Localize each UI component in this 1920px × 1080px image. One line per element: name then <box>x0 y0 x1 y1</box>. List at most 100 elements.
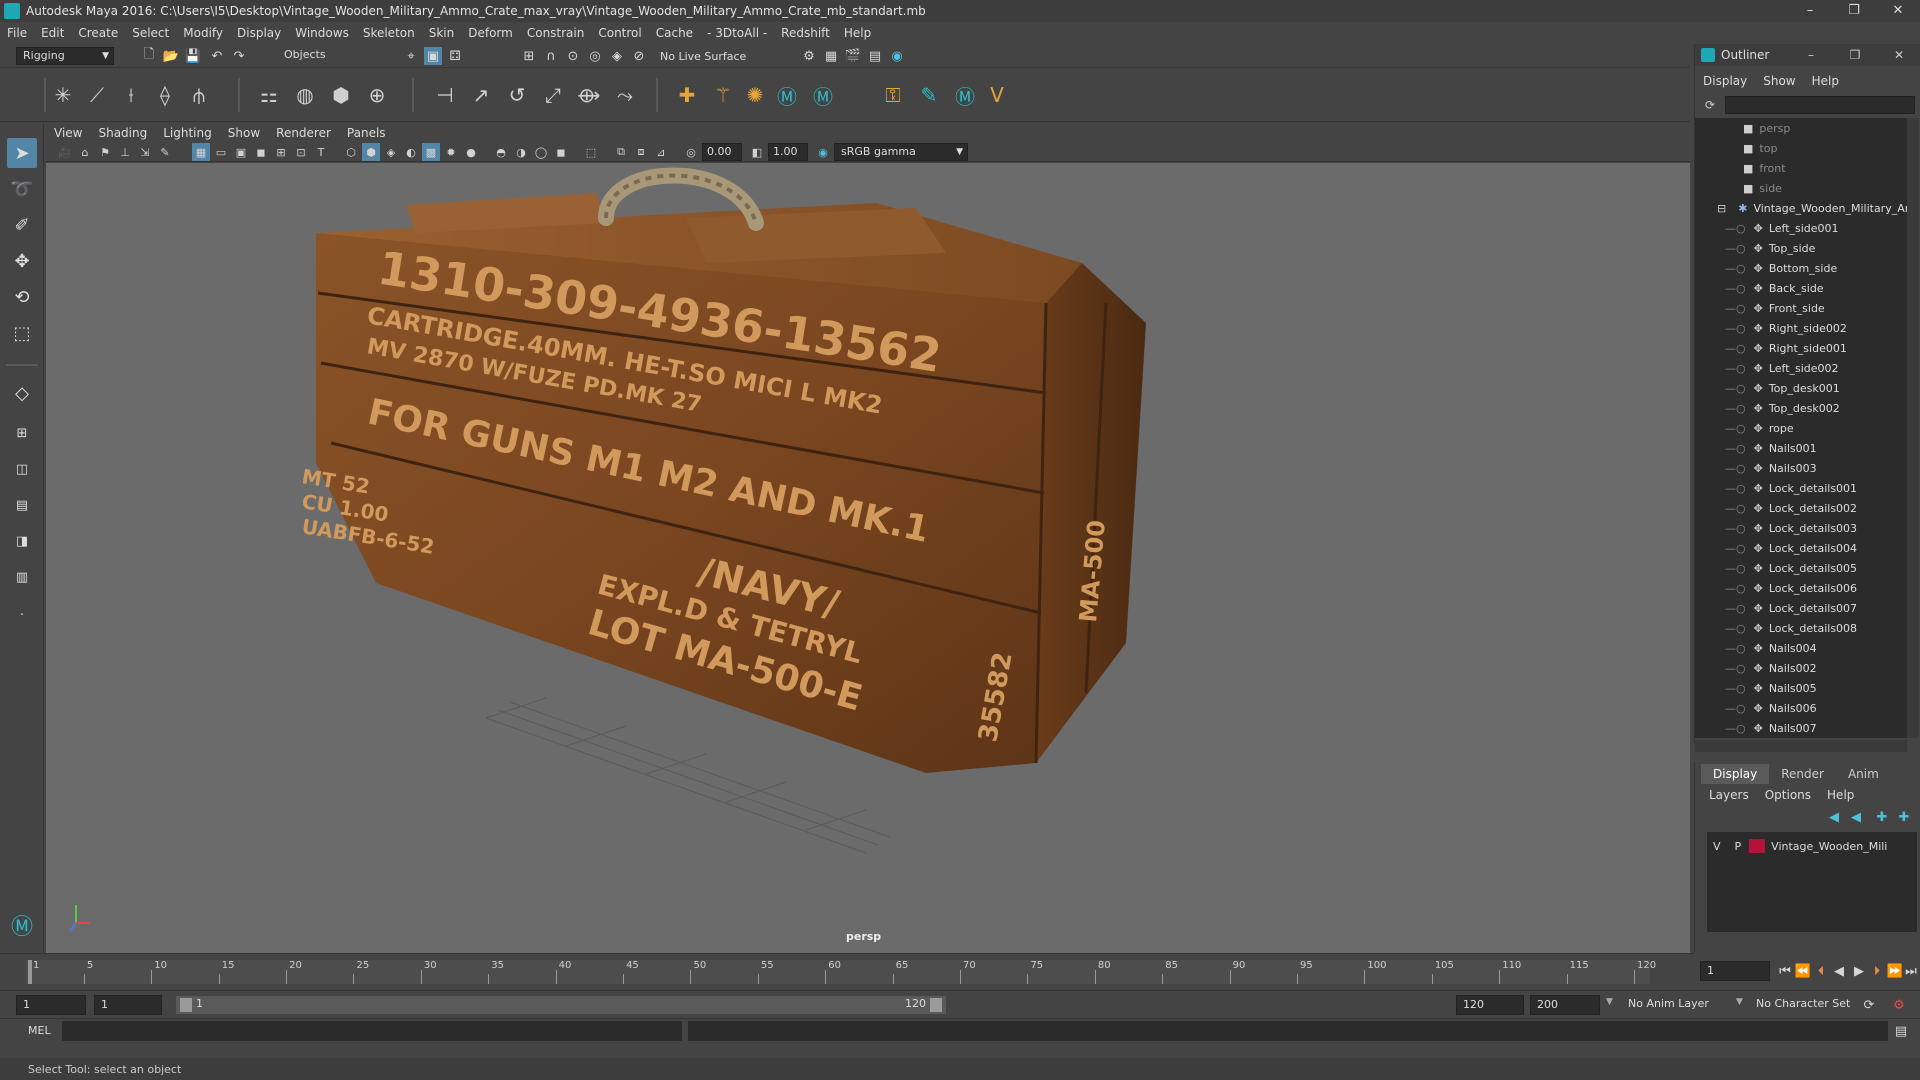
new-layer-icon[interactable]: ✚ <box>1873 808 1891 826</box>
tab-display[interactable]: Display <box>1701 764 1770 784</box>
scale-constraint-icon[interactable]: ⤢ <box>538 80 568 110</box>
outliner-minimize-button[interactable]: – <box>1789 44 1833 66</box>
save-scene-icon[interactable]: 💾 <box>184 47 202 65</box>
wireframe-icon[interactable]: ⬡ <box>342 143 360 161</box>
set-key-icon[interactable]: ⚿ <box>878 80 908 110</box>
animation-end-field[interactable]: 200 <box>1530 995 1600 1015</box>
menu-windows[interactable]: Windows <box>288 26 356 40</box>
playback-start-field[interactable]: 1 <box>94 995 162 1015</box>
menu-constrain[interactable]: Constrain <box>520 26 592 40</box>
vp-menu-panels[interactable]: Panels <box>339 126 394 140</box>
maya-logo-icon[interactable]: Ⓜ <box>950 80 980 110</box>
time-slider[interactable]: 1 5 10 15 20 25 30 35 40 45 50 55 60 65 70 75 80 85 90 95 10… <box>0 953 1694 989</box>
lattice-icon[interactable]: ⬢ <box>326 80 356 110</box>
backface-icon[interactable]: ⊿ <box>652 143 670 161</box>
wireframe-on-shaded-icon[interactable]: ◈ <box>382 143 400 161</box>
tab-render[interactable]: Render <box>1769 764 1836 784</box>
expand-collapse-icon[interactable]: ⊟ <box>1717 202 1726 215</box>
select-object-icon[interactable]: ▣ <box>424 47 442 65</box>
layer-row[interactable]: V P Vintage_Wooden_Mili <box>1707 836 1917 856</box>
menu-3dtoall[interactable]: - 3DtoAll - <box>700 26 774 40</box>
graph-editor-icon[interactable]: ✎ <box>914 80 944 110</box>
outliner-item[interactable]: —○ ✥ Nails007 <box>1725 718 1817 738</box>
render-view-icon[interactable]: ▦ <box>822 47 840 65</box>
screen-space-ao-icon[interactable]: ◓ <box>492 143 510 161</box>
outliner-menu-help[interactable]: Help <box>1804 74 1847 88</box>
outliner-item[interactable]: —○ ✥ Nails003 <box>1725 458 1817 478</box>
outliner-item[interactable]: —○ ✥ Top_desk001 <box>1725 378 1840 398</box>
current-time-indicator[interactable] <box>28 960 32 984</box>
character-set-dropdown[interactable]: No Character Set <box>1756 997 1850 1010</box>
snap-surface-icon[interactable]: ◈ <box>608 47 626 65</box>
script-editor-icon[interactable]: ▤ <box>1892 1022 1910 1040</box>
range-end-handle[interactable] <box>930 998 942 1012</box>
layer-visibility-toggle[interactable]: V <box>1713 840 1721 853</box>
exposure-icon[interactable]: ◎ <box>682 143 700 161</box>
camera-icon[interactable]: 🎥 <box>56 143 74 161</box>
outliner-item[interactable]: —○ ✥ Nails001 <box>1725 438 1817 458</box>
color-space-dropdown[interactable]: sRGB gamma ▼ <box>834 143 968 161</box>
outliner-item[interactable]: ■ front <box>1743 158 1786 178</box>
menu-deform[interactable]: Deform <box>461 26 520 40</box>
outliner-layout-icon[interactable]: ▥ <box>7 562 37 592</box>
menu-modify[interactable]: Modify <box>176 26 230 40</box>
chevron-down-icon[interactable]: ▼ <box>1736 997 1743 1007</box>
blend-shape-icon[interactable]: ✺ <box>740 80 770 110</box>
snap-point-icon[interactable]: ⊙ <box>564 47 582 65</box>
safe-title-icon[interactable]: T <box>312 143 330 161</box>
layer-playback-toggle[interactable]: P <box>1735 840 1742 853</box>
move-layer-down-icon[interactable]: ◀ <box>1847 808 1865 826</box>
chevron-down-icon[interactable]: ▼ <box>1606 997 1613 1007</box>
tab-anim[interactable]: Anim <box>1836 764 1891 784</box>
outliner-item[interactable]: —○ ✥ Lock_details002 <box>1725 498 1857 518</box>
filter-icon[interactable]: ⟳ <box>1701 96 1719 114</box>
outliner-list[interactable]: ■ persp ■ top ■ front ■ side ⊟ ✱ Vintage_Wooden_Mi… <box>1695 118 1907 738</box>
cluster-icon[interactable]: ⊕ <box>362 80 392 110</box>
image-plane-icon[interactable]: ⊥ <box>116 143 134 161</box>
outliner-item[interactable]: —○ ✥ Lock_details007 <box>1725 598 1857 618</box>
aim-constraint-icon[interactable]: ↗ <box>466 80 496 110</box>
outliner-menu-display[interactable]: Display <box>1695 74 1755 88</box>
outliner-item[interactable]: —○ ✥ Back_side <box>1725 278 1824 298</box>
menu-help[interactable]: Help <box>837 26 878 40</box>
lasso-tool-icon[interactable]: ➰ <box>7 174 37 204</box>
outliner-item[interactable]: —○ ✥ Lock_details001 <box>1725 478 1857 498</box>
outliner-item[interactable]: —○ ✥ Top_side <box>1725 238 1815 258</box>
menu-cache[interactable]: Cache <box>649 26 700 40</box>
script-language-label[interactable]: MEL <box>28 1024 51 1037</box>
camera-lock-icon[interactable]: ⌂ <box>76 143 94 161</box>
persp-outliner-icon[interactable]: ◨ <box>7 526 37 556</box>
cluster-deformer-icon[interactable]: ⚚ <box>708 80 738 110</box>
step-back-frame-icon[interactable]: ⏴ <box>1812 962 1830 980</box>
depth-of-field-icon[interactable]: ◼ <box>552 143 570 161</box>
maximize-button[interactable]: ❐ <box>1832 0 1876 22</box>
layer-menu-options[interactable]: Options <box>1757 788 1819 802</box>
hypershade-icon[interactable]: ◉ <box>888 47 906 65</box>
grease-pencil-icon[interactable]: ✎ <box>156 143 174 161</box>
range-slider[interactable]: 1 120 <box>176 996 946 1014</box>
isolate-select-icon[interactable]: ⬚ <box>582 143 600 161</box>
outliner-item[interactable]: —○ ✥ Lock_details003 <box>1725 518 1857 538</box>
outliner-vertical-scrollbar[interactable] <box>1907 118 1919 738</box>
menu-select[interactable]: Select <box>125 26 176 40</box>
outliner-item[interactable]: —○ ✥ Right_side001 <box>1725 338 1847 358</box>
outliner-item[interactable]: —○ ✥ Front_side <box>1725 298 1825 318</box>
use-all-lights-icon[interactable]: ✹ <box>442 143 460 161</box>
orient-constraint-icon[interactable]: ↺ <box>502 80 532 110</box>
outliner-item[interactable]: —○ ✥ Lock_details005 <box>1725 558 1857 578</box>
viewport-persp[interactable]: 1310-309-4936-13562 CARTRIDGE.40MM. HE-T… <box>46 163 1690 953</box>
ik-spline-icon[interactable]: ⟊ <box>116 80 146 110</box>
safe-action-icon[interactable]: ⊡ <box>292 143 310 161</box>
field-chart-icon[interactable]: ⊞ <box>272 143 290 161</box>
anti-alias-icon[interactable]: ◯ <box>532 143 550 161</box>
persp-graph-icon[interactable]: ▤ <box>7 490 37 520</box>
playback-end-field[interactable]: 120 <box>1456 995 1524 1015</box>
go-to-end-icon[interactable]: ⏭ <box>1902 962 1920 980</box>
driven-key-icon[interactable]: V <box>982 80 1012 110</box>
gamma-icon[interactable]: ◧ <box>748 143 766 161</box>
shadows-icon[interactable]: ● <box>462 143 480 161</box>
redo-icon[interactable]: ↷ <box>230 47 248 65</box>
layer-menu-help[interactable]: Help <box>1819 788 1862 802</box>
time-slider-track[interactable]: 1 5 10 15 20 25 30 35 40 45 50 55 60 65 70 75 80 85 90 95 10… <box>26 960 1656 984</box>
menu-skeleton[interactable]: Skeleton <box>356 26 422 40</box>
